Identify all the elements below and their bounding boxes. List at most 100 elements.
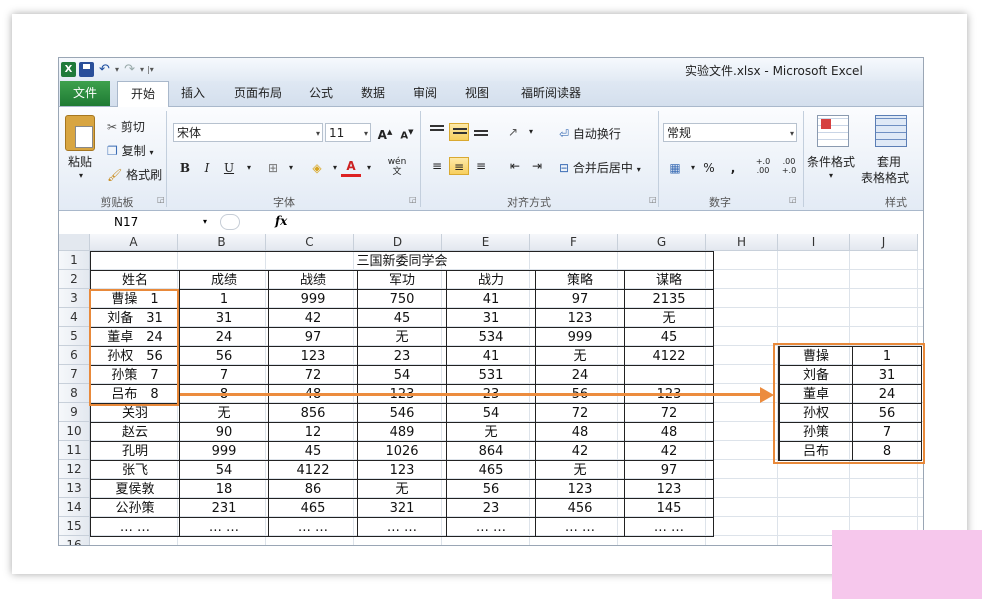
table-cell[interactable]: … … — [268, 517, 358, 537]
table-cell[interactable]: 531 — [446, 365, 536, 385]
table-cell[interactable]: 18 — [179, 479, 269, 499]
table-cell[interactable]: 54 — [446, 403, 536, 423]
table-cell[interactable]: 856 — [268, 403, 358, 423]
font-color-dropdown-icon[interactable]: ▾ — [359, 159, 379, 177]
table-cell[interactable]: 31 — [179, 308, 269, 328]
name-box[interactable]: N17 ▾ — [61, 213, 211, 231]
table-cell[interactable]: … … — [535, 517, 625, 537]
bold-button[interactable]: B — [175, 159, 195, 177]
column-header-c[interactable]: C — [266, 234, 354, 251]
table-cell[interactable]: 24 — [179, 327, 269, 347]
merge-center-button[interactable]: ⊟ 合并后居中 ▾ — [559, 159, 641, 176]
header-cell[interactable]: 战绩 — [268, 270, 358, 290]
table-cell[interactable]: … … — [446, 517, 536, 537]
table-cell[interactable]: 23 — [446, 498, 536, 518]
table-cell[interactable]: … … — [90, 517, 180, 537]
grow-font-button[interactable]: A▲ — [375, 123, 395, 142]
currency-icon[interactable]: ▦ — [665, 159, 685, 177]
table-cell[interactable]: 56 — [446, 479, 536, 499]
column-header-j[interactable]: J — [850, 234, 918, 251]
table-cell[interactable]: 97 — [268, 327, 358, 347]
format-as-table-label-1[interactable]: 套用 — [877, 153, 901, 170]
wrap-text-button[interactable]: ⏎ 自动换行 — [559, 125, 621, 142]
undo-dropdown-icon[interactable]: ▾ — [115, 65, 119, 74]
tab-home[interactable]: 开始 — [117, 81, 169, 107]
table-cell[interactable]: 1 — [179, 289, 269, 309]
underline-dropdown-icon[interactable]: ▾ — [239, 159, 259, 177]
align-bottom-icon[interactable] — [471, 123, 491, 141]
tab-page-layout[interactable]: 页面布局 — [223, 81, 293, 106]
copy-button[interactable]: ❐ 复制 ▾ — [107, 142, 153, 159]
row-header-6[interactable]: 6 — [59, 346, 90, 365]
table-cell[interactable] — [624, 365, 714, 385]
row-header-12[interactable]: 12 — [59, 460, 90, 479]
table-cell[interactable]: 无 — [357, 327, 447, 347]
tab-review[interactable]: 审阅 — [403, 81, 447, 106]
column-header-e[interactable]: E — [442, 234, 530, 251]
number-launcher-icon[interactable]: ◲ — [789, 195, 797, 204]
column-header-a[interactable]: A — [90, 234, 178, 251]
table-cell[interactable]: 45 — [357, 308, 447, 328]
table-cell[interactable]: 489 — [357, 422, 447, 442]
table-cell[interactable]: 321 — [357, 498, 447, 518]
table-cell[interactable]: 54 — [357, 365, 447, 385]
table-cell[interactable]: 45 — [268, 441, 358, 461]
table-cell[interactable]: 42 — [624, 441, 714, 461]
increase-indent-icon[interactable]: ⇥ — [527, 157, 547, 175]
row-header-10[interactable]: 10 — [59, 422, 90, 441]
row-header-8[interactable]: 8 — [59, 384, 90, 403]
customize-qat-icon[interactable]: |▾ — [147, 65, 154, 74]
fill-color-icon[interactable]: ◈ — [307, 159, 327, 177]
table-cell[interactable]: 97 — [624, 460, 714, 480]
table-cell[interactable]: … … — [624, 517, 714, 537]
row-header-16[interactable]: 16 — [59, 536, 90, 545]
row-header-15[interactable]: 15 — [59, 517, 90, 536]
font-launcher-icon[interactable]: ◲ — [409, 195, 417, 204]
table-cell[interactable]: 41 — [446, 346, 536, 366]
phonetic-guide-icon[interactable]: wén 文 — [383, 157, 411, 177]
row-header-14[interactable]: 14 — [59, 498, 90, 517]
table-cell[interactable]: 12 — [268, 422, 358, 442]
table-cell[interactable]: 2135 — [624, 289, 714, 309]
orientation-icon[interactable]: ↗ — [503, 123, 523, 141]
table-cell[interactable]: 999 — [268, 289, 358, 309]
formula-cancel-icon[interactable] — [220, 214, 240, 230]
table-cell[interactable]: 4122 — [268, 460, 358, 480]
table-cell[interactable]: 公孙策 — [90, 498, 180, 518]
borders-icon[interactable]: ⊞ — [263, 159, 283, 177]
align-center-icon[interactable]: ≡ — [449, 157, 469, 175]
borders-dropdown-icon[interactable]: ▾ — [281, 159, 301, 177]
column-header-d[interactable]: D — [354, 234, 442, 251]
table-cell[interactable]: 48 — [624, 422, 714, 442]
table-cell[interactable]: 546 — [357, 403, 447, 423]
font-size-combo[interactable]: 11 ▾ — [325, 123, 371, 142]
table-cell[interactable]: 孔明 — [90, 441, 180, 461]
table-cell[interactable]: 465 — [268, 498, 358, 518]
row-header-11[interactable]: 11 — [59, 441, 90, 460]
alignment-launcher-icon[interactable]: ◲ — [649, 195, 657, 204]
column-header-h[interactable]: H — [706, 234, 778, 251]
header-cell[interactable]: 战力 — [446, 270, 536, 290]
tab-formulas[interactable]: 公式 — [299, 81, 343, 106]
table-cell[interactable]: 24 — [535, 365, 625, 385]
column-header-g[interactable]: G — [618, 234, 706, 251]
format-as-table-label-2[interactable]: 表格格式 — [861, 169, 909, 186]
decrease-indent-icon[interactable]: ⇤ — [505, 157, 525, 175]
decrease-decimal-button[interactable]: .00 +.0 — [777, 157, 801, 175]
comma-button[interactable]: , — [723, 159, 743, 177]
table-cell[interactable]: … … — [179, 517, 269, 537]
table-cell[interactable]: 42 — [535, 441, 625, 461]
tab-data[interactable]: 数据 — [351, 81, 395, 106]
header-cell[interactable]: 策略 — [535, 270, 625, 290]
row-header-5[interactable]: 5 — [59, 327, 90, 346]
table-cell[interactable]: 456 — [535, 498, 625, 518]
redo-icon[interactable]: ↷ — [122, 62, 137, 77]
conditional-format-button[interactable]: 条件格式 — [807, 153, 855, 170]
table-cell[interactable]: 465 — [446, 460, 536, 480]
table-cell[interactable]: 123 — [535, 308, 625, 328]
excel-logo-icon[interactable]: X — [61, 62, 76, 77]
tab-file[interactable]: 文件 — [60, 81, 110, 106]
table-cell[interactable]: 1026 — [357, 441, 447, 461]
column-header-f[interactable]: F — [530, 234, 618, 251]
insert-function-icon[interactable]: fx — [275, 214, 287, 228]
